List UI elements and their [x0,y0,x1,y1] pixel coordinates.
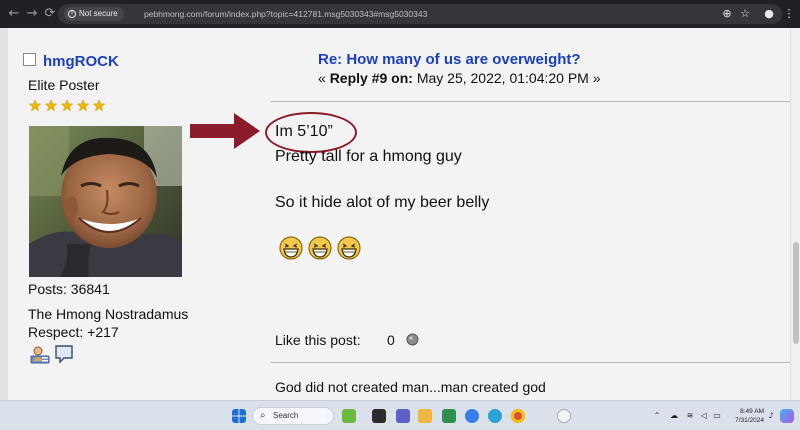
profile-icon[interactable]: ● [762,5,776,23]
reload-icon[interactable]: ⟳ [42,5,58,23]
divider [271,101,790,102]
app-icon[interactable] [342,409,356,423]
browser-toolbar: ← → ⟳ ! Not secure pebhmong.com/forum/in… [0,0,800,28]
windows-start-icon[interactable] [232,409,246,423]
scrollbar-thumb[interactable] [793,242,799,344]
teams-icon[interactable] [396,409,410,423]
security-chip[interactable]: ! Not secure [64,7,124,21]
bookmark-star-icon[interactable]: ☆ [738,5,752,23]
search-icon: ⌕ [260,410,266,421]
star-icon: ★ [59,96,75,115]
poster-custom-title: The Hmong Nostradamus [28,306,189,322]
url-text[interactable]: pebhmong.com/forum/index.php?topic=41278… [144,7,427,21]
clock-time: 8:49 AM [740,408,764,415]
bell-icon[interactable]: ♪ [766,409,776,423]
red-arrow-annotation [190,113,260,149]
post-body-line-2: Pretty tall for a hmong guy [275,148,462,165]
reply-label: Reply #9 on: [329,70,413,86]
post-date: May 25, 2022, 01:04:20 PM [412,70,589,86]
task-view-icon[interactable] [372,409,386,423]
system-clock[interactable]: 8:49 AM 7/31/2024 [724,407,764,425]
warning-icon: ! [68,10,76,18]
back-icon[interactable]: ← [6,5,22,23]
laughing-smiley-icon [279,236,303,260]
avatar[interactable] [29,126,182,277]
menu-icon[interactable]: ⋮ [782,5,796,23]
avatar-photo [29,126,182,277]
page-margin [0,28,8,400]
chrome-icon[interactable] [511,409,525,423]
like-label: Like this post: [275,332,361,348]
copilot-icon[interactable] [780,409,794,423]
clock-date: 7/31/2024 [735,417,764,424]
star-icon: ★ [43,96,59,115]
smilies-row [279,236,361,260]
meta-open: « [318,70,330,86]
poster-username[interactable]: hmgROCK [43,53,119,70]
laughing-smiley-icon [308,236,332,260]
post-body-line-3: So it hide alot of my beer belly [275,194,490,211]
poster-rank: Elite Poster [28,77,100,93]
address-bar[interactable]: ! Not secure pebhmong.com/forum/index.ph… [58,4,782,24]
taskbar: ⌕ Search ⌃ ☁ ≋ ◁ ▭ 8:49 AM 7/31/2024 ♪ [0,400,800,430]
laughing-smiley-icon [337,236,361,260]
page-scrollbar[interactable] [790,28,800,400]
profile-icon[interactable] [30,344,50,364]
wifi-icon[interactable]: ≋ [684,409,696,423]
star-icon: ★ [91,96,107,115]
edge-icon[interactable] [488,409,502,423]
search-label: Search [273,411,299,420]
rank-stars: ★ ★ ★ ★ ★ [27,98,107,114]
chevron-up-icon[interactable]: ⌃ [652,409,662,423]
store-icon[interactable] [442,409,456,423]
post-body-line-1: Im 5’10” [275,123,333,140]
itunes-icon[interactable] [557,409,571,423]
star-icon: ★ [75,96,91,115]
meta-close: » [588,70,601,86]
like-button-icon[interactable] [406,333,419,346]
battery-icon[interactable]: ▭ [711,409,723,423]
zoom-icon[interactable]: ⊕ [720,5,734,23]
personal-message-icon[interactable] [54,344,74,364]
poster-respect: Respect: +217 [28,324,119,340]
post-meta: « Reply #9 on: May 25, 2022, 01:04:20 PM… [318,70,601,86]
security-label: Not secure [79,9,118,18]
signature: God did not created man...man created go… [275,379,546,395]
volume-icon[interactable]: ◁ [698,409,710,423]
like-count: 0 [387,332,395,348]
signature-divider [271,362,790,363]
taskbar-search[interactable]: ⌕ Search [252,407,334,425]
forward-icon[interactable]: → [24,5,40,23]
forum-page: hmgROCK Elite Poster ★ ★ ★ ★ ★ Posts: 36… [0,28,800,400]
post-title[interactable]: Re: How many of us are overweight? [318,51,581,68]
post-count: Posts: 36841 [28,281,110,297]
cloud-icon[interactable]: ☁ [668,409,680,423]
file-explorer-icon[interactable] [418,409,432,423]
star-icon: ★ [27,96,43,115]
select-post-checkbox[interactable] [23,53,36,66]
app-icon[interactable] [465,409,479,423]
